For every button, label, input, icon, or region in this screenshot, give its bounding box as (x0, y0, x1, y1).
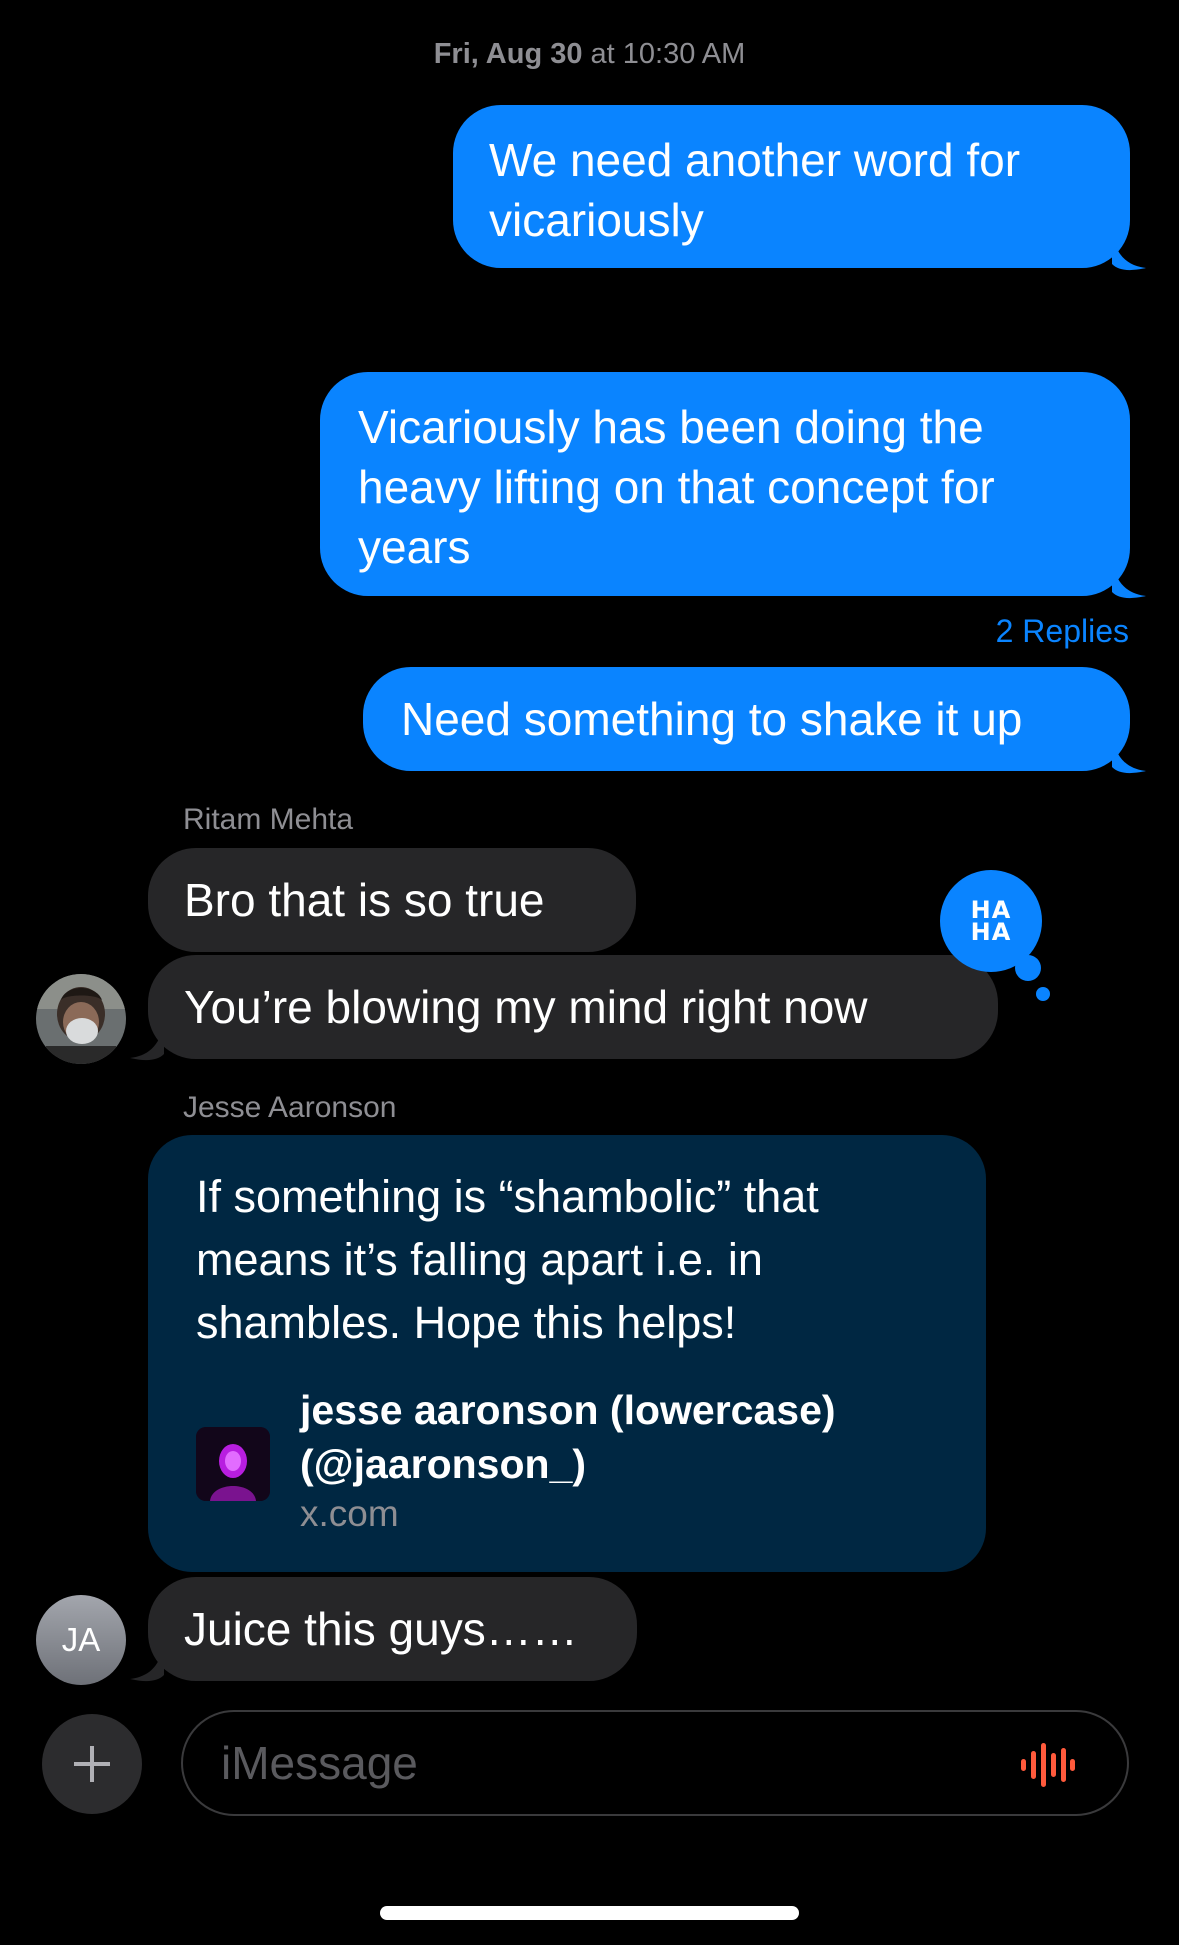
avatar-initials: JA (61, 1621, 101, 1658)
avatar-photo (36, 974, 126, 1064)
bubble-tail (130, 1643, 164, 1682)
incoming-message[interactable]: Juice this guys…… (148, 1577, 637, 1681)
thread-replies-link[interactable]: 2 Replies (996, 613, 1129, 650)
link-title: jesse aaronson (lowercase) (@jaaronson_) (300, 1387, 836, 1487)
incoming-message[interactable]: You’re blowing my mind right now (148, 955, 998, 1059)
link-preview-message[interactable]: If something is “shambolic” that means i… (148, 1135, 986, 1572)
avatar-jesse-aaronson[interactable]: JA (36, 1595, 126, 1685)
message-text: Juice this guys…… (184, 1603, 578, 1655)
conversation-timestamp: Fri, Aug 30 at 10:30 AM (0, 38, 1179, 71)
timestamp-day: Fri, Aug 30 (433, 38, 583, 70)
bubble-tail (1112, 560, 1146, 599)
message-text: We need another word for vicariously (489, 134, 1021, 246)
timestamp-time: at 10:30 AM (590, 38, 746, 70)
message-text: Vicariously has been doing the heavy lif… (358, 401, 995, 573)
sender-name: Jesse Aaronson (183, 1091, 397, 1124)
incoming-message[interactable]: Bro that is so true (148, 848, 636, 952)
outgoing-message[interactable]: We need another word for vicariously (453, 105, 1130, 268)
message-text: If something is “shambolic” that means i… (196, 1171, 819, 1348)
audio-waveform-icon[interactable] (1019, 1742, 1075, 1788)
thumbnail-image (196, 1427, 270, 1501)
link-domain: x.com (300, 1493, 399, 1534)
tapback-text: HA (970, 918, 1012, 946)
outgoing-message[interactable]: Need something to shake it up (363, 667, 1130, 771)
plus-glyph (74, 1746, 110, 1782)
message-input-placeholder: iMessage (221, 1737, 418, 1789)
bubble-tail (1112, 232, 1146, 271)
link-thumbnail (196, 1427, 270, 1501)
tapback-tail-dot (1036, 987, 1050, 1001)
outgoing-message[interactable]: Vicariously has been doing the heavy lif… (320, 372, 1130, 596)
sender-name: Ritam Mehta (183, 803, 354, 836)
home-indicator[interactable] (380, 1906, 799, 1920)
bubble-tail (130, 1022, 164, 1061)
message-text: Need something to shake it up (401, 693, 1023, 745)
tapback-tail-dot (1015, 955, 1041, 981)
message-text: You’re blowing my mind right now (184, 981, 868, 1033)
bubble-tail (1112, 735, 1146, 774)
plus-icon[interactable] (42, 1714, 142, 1814)
message-text: Bro that is so true (184, 874, 545, 926)
message-input[interactable]: iMessage (181, 1710, 1129, 1816)
avatar-ritam-mehta[interactable] (36, 974, 126, 1064)
